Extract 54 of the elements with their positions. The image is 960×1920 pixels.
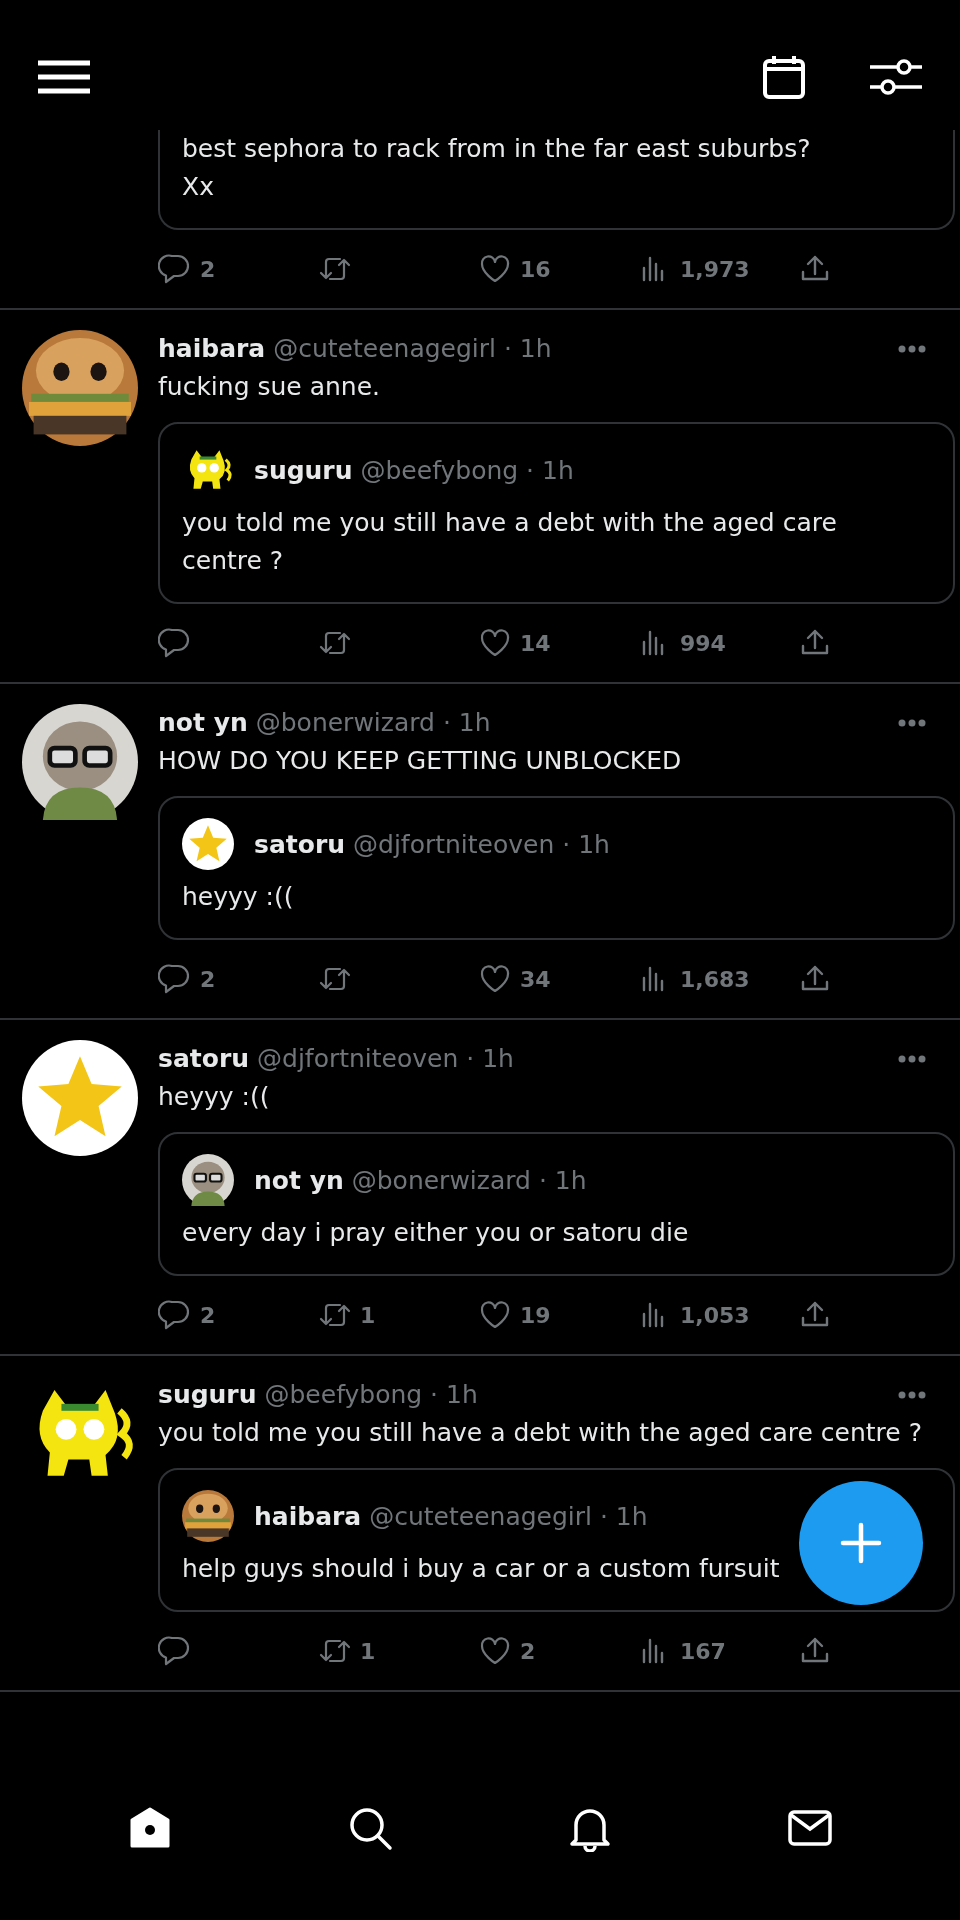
- author-name[interactable]: satoru: [158, 1040, 249, 1078]
- like-button[interactable]: 14: [478, 626, 638, 660]
- reply-icon: [158, 1634, 192, 1668]
- quote-text: best sephora to rack from in the far east suburbs? Xx: [182, 133, 812, 203]
- quote-card[interactable]: satoru @djfortniteoven · 1h heyyy :((: [158, 796, 955, 940]
- author-name[interactable]: haibara: [158, 330, 266, 368]
- more-icon[interactable]: [897, 1054, 927, 1064]
- author-handle: @djfortniteoven · 1h: [353, 829, 610, 859]
- more-icon[interactable]: [897, 718, 927, 728]
- author-handle: @bonerwizard · 1h: [351, 1165, 587, 1195]
- reply-button[interactable]: 2: [158, 252, 318, 286]
- quote-text: heyyy :((: [182, 881, 295, 913]
- quote-text: every day i pray either you or satoru die: [182, 1217, 690, 1249]
- author-name[interactable]: not yn: [254, 1165, 344, 1195]
- author-name[interactable]: not yn: [158, 704, 248, 742]
- reply-button[interactable]: 2: [158, 1298, 318, 1332]
- like-button[interactable]: 34: [478, 962, 638, 996]
- author-name[interactable]: suguru: [254, 455, 353, 485]
- author-handle: @beefybong · 1h: [264, 1379, 479, 1411]
- quote-card[interactable]: best sephora to rack from in the far east suburbs? Xx: [158, 130, 955, 230]
- quote-card[interactable]: suguru @beefybong · 1h you told me you still have a debt with the aged care centre ?: [158, 422, 955, 604]
- retweet-button[interactable]: 1: [318, 1298, 478, 1332]
- views-button[interactable]: 1,053: [638, 1298, 798, 1332]
- more-icon[interactable]: [897, 344, 927, 354]
- views-button[interactable]: 1,973: [638, 252, 798, 286]
- tweet-text: HOW DO YOU KEEP GETTING UNBLOCKED: [158, 745, 683, 777]
- author-handle: @djfortniteoven · 1h: [257, 1043, 515, 1075]
- author-handle: @beefybong · 1h: [360, 455, 574, 485]
- quote-card[interactable]: not yn @bonerwizard · 1h every day i pray either you or satoru die: [158, 1132, 955, 1276]
- plus-icon: [839, 1521, 883, 1565]
- reply-icon: [158, 1298, 192, 1332]
- author-handle: @cuteteenagegirl · 1h: [273, 333, 553, 365]
- tweet-text: fucking sue anne.: [158, 371, 381, 403]
- tweet-text: heyyy :((: [158, 1081, 271, 1113]
- author-name[interactable]: suguru: [158, 1376, 257, 1414]
- views-button[interactable]: 1,683: [638, 962, 798, 996]
- like-button[interactable]: 16: [478, 252, 638, 286]
- author-name[interactable]: satoru: [254, 829, 345, 859]
- more-icon[interactable]: [897, 1390, 927, 1400]
- views-button[interactable]: 167: [638, 1634, 798, 1668]
- author-handle: @bonerwizard · 1h: [255, 707, 492, 739]
- reply-icon: [158, 962, 192, 996]
- views-button[interactable]: 994: [638, 626, 798, 660]
- tweet-text: you told me you still have a debt with the aged care centre ?: [158, 1417, 923, 1449]
- author-name[interactable]: haibara: [254, 1501, 362, 1531]
- author-handle: @cuteteenagegirl · 1h: [369, 1501, 648, 1531]
- quote-text: help guys should i buy a car or a custom fursuit: [182, 1553, 781, 1585]
- reply-button[interactable]: 2: [158, 962, 318, 996]
- reply-icon: [158, 252, 192, 286]
- like-button[interactable]: 2: [478, 1634, 638, 1668]
- reply-icon: [158, 626, 192, 660]
- quote-text: you told me you still have a debt with the aged care centre ?: [182, 507, 838, 577]
- retweet-button[interactable]: 1: [318, 1634, 478, 1668]
- like-button[interactable]: 19: [478, 1298, 638, 1332]
